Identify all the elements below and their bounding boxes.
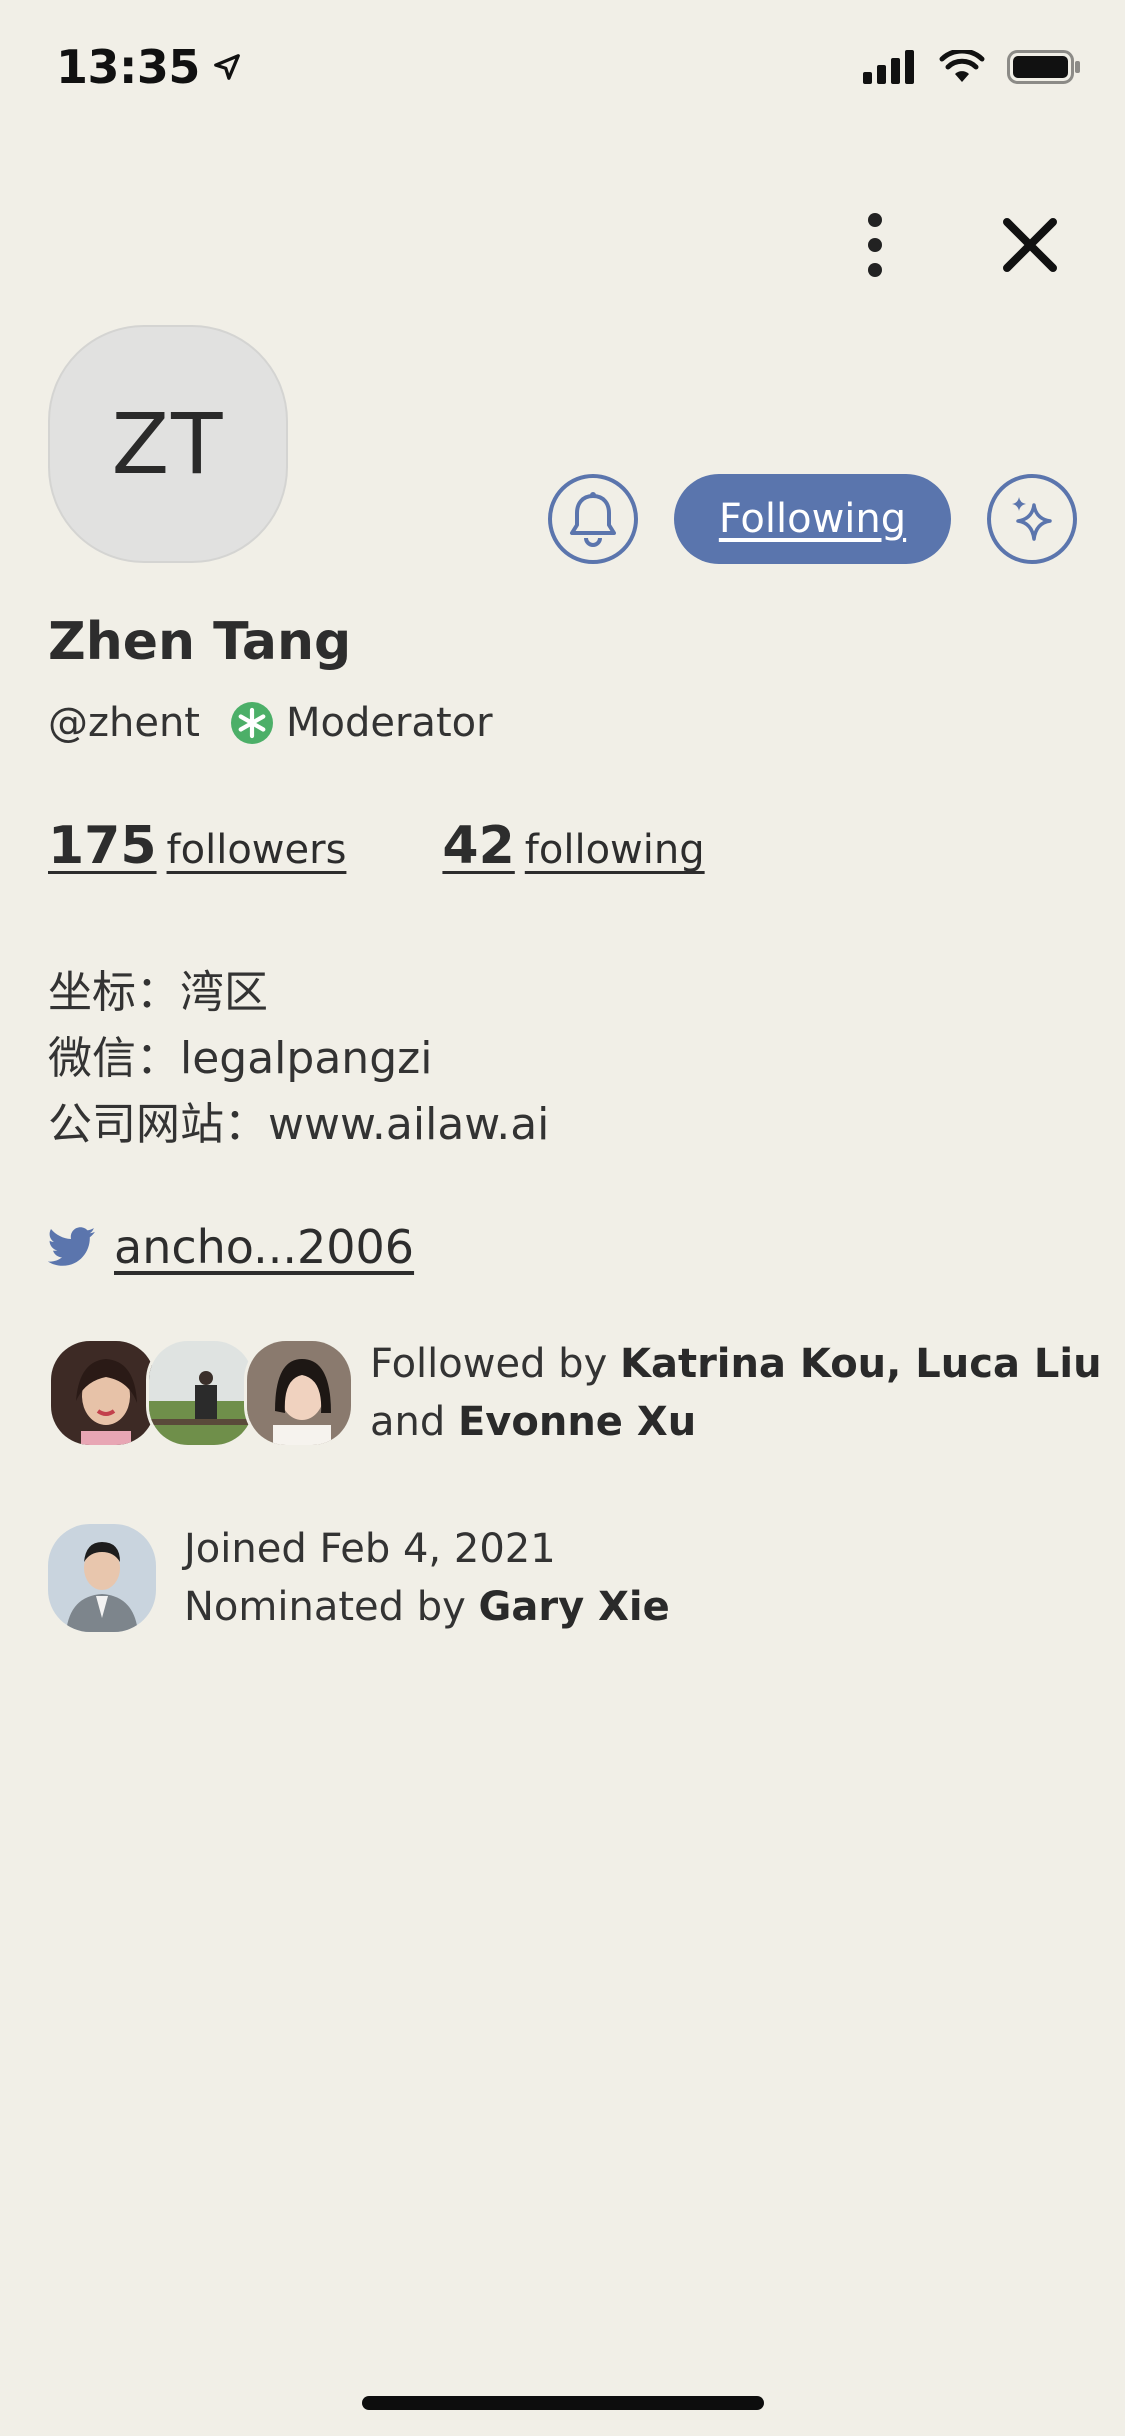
avatar[interactable]: ZT: [48, 325, 288, 563]
bio-line: 坐标：湾区: [48, 967, 268, 1018]
close-button[interactable]: [990, 205, 1070, 285]
following-count: 42: [442, 816, 515, 876]
followers-count: 175: [48, 816, 157, 876]
twitter-handle-link[interactable]: ancho...2006: [114, 1220, 414, 1274]
joined-row[interactable]: Joined Feb 4, 2021 Nominated by Gary Xie: [48, 1520, 670, 1636]
status-time-text: 13:35: [56, 40, 200, 94]
bell-icon: [570, 492, 616, 547]
followed-by-text: Followed by Katrina Kou, Luca Liu and Ev…: [370, 1335, 1102, 1451]
status-icons: [863, 50, 1081, 84]
joined-date: Joined Feb 4, 2021: [184, 1526, 556, 1572]
profile-screen: 13:35 ZT Following Zhen Tang @zhent Mode…: [0, 0, 1125, 2436]
bio: 坐标：湾区 微信：legalpangzi 公司网站：www.ailaw.ai: [48, 960, 549, 1158]
location-arrow-icon: [214, 54, 240, 80]
avatar: [48, 1338, 158, 1448]
home-indicator[interactable]: [362, 2396, 764, 2410]
wifi-icon: [939, 50, 985, 82]
avatar: [146, 1338, 256, 1448]
more-vertical-icon: [868, 213, 882, 277]
followed-by-names: Katrina Kou, Luca Liu: [619, 1341, 1102, 1387]
avatar-initials: ZT: [111, 395, 225, 493]
moderator-icon: [231, 702, 273, 744]
joined-text: Joined Feb 4, 2021 Nominated by Gary Xie: [184, 1520, 670, 1636]
sparkle-button[interactable]: [987, 474, 1077, 564]
followers-link[interactable]: 175 followers: [48, 816, 346, 876]
follow-stats: 175 followers 42 following: [48, 816, 705, 876]
nominator-avatar[interactable]: [48, 1524, 156, 1632]
sparkle-icon: [1012, 497, 1052, 541]
following-button-label: Following: [718, 496, 907, 542]
nominator-photo: [48, 1524, 156, 1632]
battery-icon: [1007, 50, 1080, 84]
profile-name: Zhen Tang: [48, 612, 352, 672]
following-label: following: [524, 827, 705, 873]
notification-bell-button[interactable]: [548, 474, 638, 564]
nominated-prefix: Nominated by: [184, 1584, 479, 1630]
followed-by-last-name: Evonne Xu: [457, 1399, 697, 1445]
followed-by-prefix: Followed by: [370, 1341, 620, 1387]
following-link[interactable]: 42 following: [442, 816, 704, 876]
close-icon: [1003, 218, 1057, 272]
moderator-badge: Moderator: [286, 700, 493, 746]
bio-line[interactable]: 公司网站：www.ailaw.ai: [48, 1092, 549, 1158]
following-button[interactable]: Following: [674, 474, 951, 564]
profile-handle: @zhent: [48, 700, 200, 746]
follower-photo-1: [51, 1341, 155, 1445]
signal-icon: [863, 50, 914, 84]
followed-by-and: and: [370, 1399, 458, 1445]
avatar: [244, 1338, 354, 1448]
status-time: 13:35: [56, 40, 242, 94]
more-options-button[interactable]: [845, 205, 905, 285]
followers-label: followers: [166, 827, 347, 873]
twitter-row[interactable]: ancho...2006: [48, 1220, 414, 1274]
twitter-icon: [48, 1227, 96, 1266]
follower-photo-3: [247, 1341, 351, 1445]
bio-line: 微信：legalpangzi: [48, 1033, 433, 1084]
nominated-by-name[interactable]: Gary Xie: [479, 1584, 670, 1630]
followed-by-row[interactable]: Followed by Katrina Kou, Luca Liu and Ev…: [48, 1335, 1102, 1451]
handle-row: @zhent Moderator: [48, 700, 493, 746]
follower-photo-2: [149, 1341, 253, 1445]
